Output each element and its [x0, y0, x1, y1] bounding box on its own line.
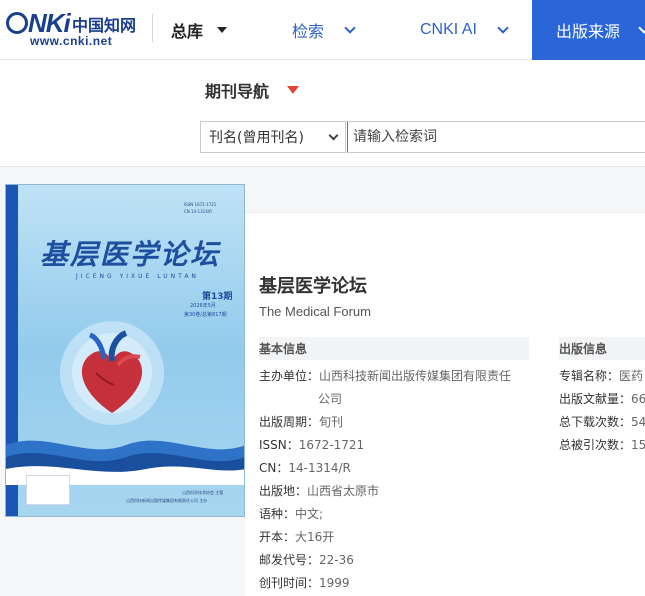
- nav-divider: [152, 14, 153, 42]
- cover-title: 基层医学论坛: [40, 238, 221, 271]
- journal-nav-label: 期刊导航: [205, 82, 270, 101]
- cover-pinyin: JICENG YIXUE LUNTAN: [76, 273, 199, 280]
- cover-volume: 第30卷/总第817期: [184, 312, 227, 318]
- pub-row-collection: 专辑名称：医药: [559, 365, 643, 388]
- info-value: 1672-1721: [298, 438, 365, 452]
- info-label: 总被引次数：: [559, 438, 632, 452]
- cover-date: 2026年5月: [190, 303, 216, 309]
- search-section: 期刊导航 刊名(曾用刊名): [0, 60, 645, 167]
- logo-cn-text: 中国知网: [72, 16, 137, 35]
- info-value: 旬刊: [319, 415, 344, 429]
- info-label: 创刊时间：: [259, 576, 320, 590]
- chevron-down-icon: [344, 21, 356, 34]
- info-label: 开本：: [259, 530, 296, 544]
- info-label: 出版地：: [259, 484, 308, 498]
- info-value: 1999: [319, 576, 350, 590]
- info-label: 专辑名称：: [559, 369, 620, 383]
- info-row-language: 语种：中文;: [259, 503, 323, 526]
- pub-info-heading: 出版信息: [559, 337, 645, 360]
- journal-cover-image[interactable]: ISSN 1672-1721 CN 14-1314/R 基层医学论坛 JICEN…: [5, 184, 245, 517]
- info-label: 主办单位：: [259, 369, 320, 383]
- heart-illustration: [60, 321, 164, 425]
- info-row-sponsor-cont: 公司: [318, 388, 342, 411]
- cover-barcode: [26, 475, 70, 505]
- journal-title-cn: 基层医学论坛: [259, 276, 367, 297]
- info-row-format: 开本：大16开: [259, 526, 334, 549]
- info-value: 大16开: [295, 530, 335, 544]
- info-value: 54: [631, 415, 645, 429]
- cover-issn: ISSN 1672-1721: [184, 202, 217, 207]
- nav-source-dropdown[interactable]: 出版来源: [532, 0, 645, 60]
- info-label: 总下载次数：: [559, 415, 632, 429]
- search-input[interactable]: [347, 121, 645, 153]
- triangle-down-icon: [287, 86, 300, 94]
- cover-cn: CN 14-1314/R: [184, 209, 212, 214]
- info-row-sponsor: 主办单位：山西科技新闻出版传媒集团有限责任: [259, 365, 511, 388]
- pub-row-downloads: 总下载次数：54: [559, 411, 645, 434]
- info-value: 中文;: [295, 507, 324, 521]
- nav-cnki-ai-label: CNKI AI: [420, 21, 477, 38]
- info-label: 邮发代号：: [259, 553, 320, 567]
- info-label: ISSN：: [259, 438, 299, 452]
- info-row-issn: ISSN：1672-1721: [259, 434, 364, 457]
- info-value: 医药: [619, 369, 644, 383]
- nav-jiansuo-dropdown[interactable]: 检索: [292, 0, 356, 60]
- nav-zongku-dropdown[interactable]: 总库: [171, 0, 228, 60]
- search-field-select[interactable]: 刊名(曾用刊名): [200, 121, 346, 153]
- cover-publisher-line2: 山西科技新闻出版传媒集团有限责任公司 主办: [126, 498, 208, 503]
- basic-info-heading: 基本信息: [259, 337, 529, 360]
- cover-publisher-line1: 山西科学技术协会 主管: [182, 490, 224, 495]
- cover-issue: 第13期: [202, 292, 233, 302]
- info-row-founded: 创刊时间：1999: [259, 572, 350, 595]
- caret-down-icon: [217, 27, 228, 33]
- cover-publisher-text: 山西科学技术协会 主管 山西科技新闻出版传媒集团有限责任公司 主办: [126, 489, 223, 505]
- logo-url-text: www.cnki.net: [30, 34, 113, 48]
- info-value: 山西科技新闻出版传媒集团有限责任: [319, 369, 512, 383]
- nav-jiansuo-label: 检索: [292, 22, 325, 41]
- info-label: 语种：: [259, 507, 296, 521]
- journal-nav-toggle[interactable]: 期刊导航: [205, 78, 300, 102]
- info-row-frequency: 出版周期：旬刊: [259, 411, 343, 434]
- info-label: 出版文献量：: [559, 392, 632, 406]
- chevron-down-icon: [497, 21, 509, 34]
- info-value: 山西省太原市: [307, 484, 380, 498]
- cnki-logo[interactable]: NKi 中国知网 www.cnki.net: [6, 8, 136, 48]
- globe-icon: [6, 12, 28, 34]
- info-value: 22-36: [319, 553, 354, 567]
- journal-title-en: The Medical Forum: [259, 304, 371, 319]
- info-value: 公司: [318, 392, 343, 406]
- info-label: CN：: [259, 461, 289, 475]
- info-row-postal-code: 邮发代号：22-36: [259, 549, 354, 572]
- nav-source-label: 出版来源: [556, 22, 621, 41]
- pub-row-doc-count: 出版文献量：66: [559, 388, 645, 411]
- info-row-location: 出版地：山西省太原市: [259, 480, 379, 503]
- info-row-cn: CN：14-1314/R: [259, 457, 351, 480]
- info-label: 出版周期：: [259, 415, 320, 429]
- search-field-value: 刊名(曾用刊名): [209, 130, 304, 146]
- nav-zongku-label: 总库: [171, 22, 204, 41]
- chevron-down-icon: [638, 21, 645, 34]
- nav-cnki-ai-dropdown[interactable]: CNKI AI: [420, 0, 509, 60]
- info-value: 66: [631, 392, 645, 406]
- top-nav-bar: NKi 中国知网 www.cnki.net 总库 检索 CNKI AI 出版来源: [0, 0, 645, 60]
- info-value: 14-1314/R: [288, 461, 351, 475]
- chevron-down-icon: [328, 130, 339, 141]
- pub-row-citations: 总被引次数：15: [559, 434, 645, 457]
- info-value: 15: [631, 438, 645, 452]
